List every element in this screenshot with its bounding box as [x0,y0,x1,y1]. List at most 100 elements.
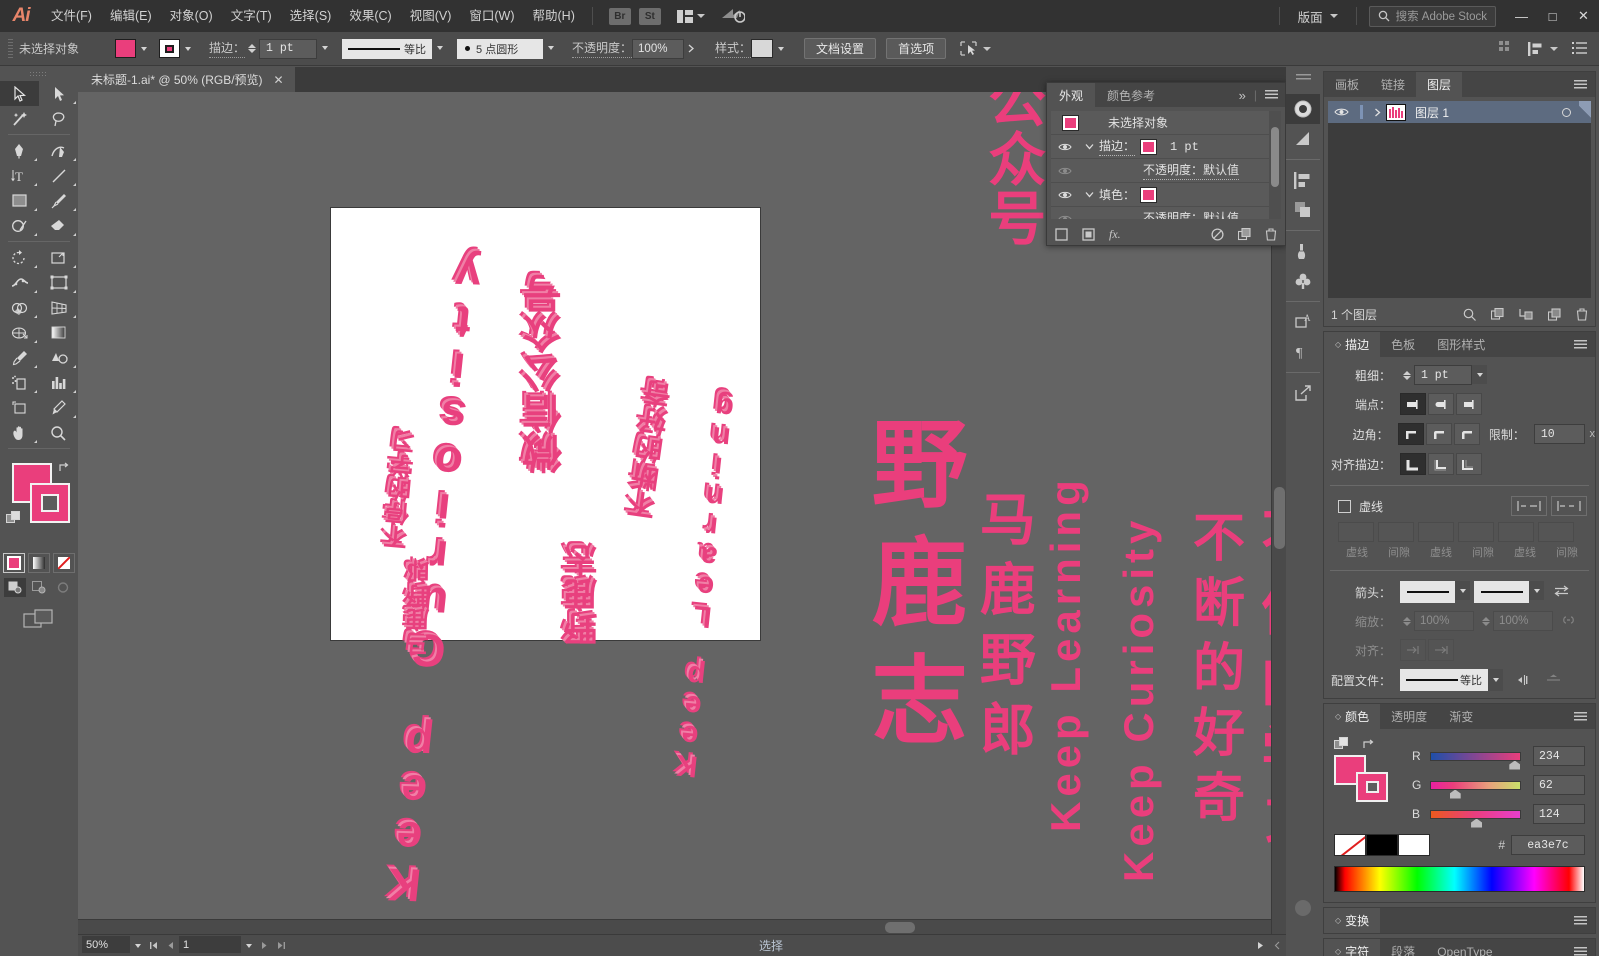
close-button[interactable]: ✕ [1568,0,1599,32]
arrowhead-end-combo[interactable] [1474,581,1544,603]
document-setup-button[interactable]: 文档设置 [804,38,877,59]
arrowhead-end-preview[interactable] [1474,581,1529,603]
draw-normal-button[interactable] [4,578,26,597]
graphic-style-swatch[interactable] [751,39,774,58]
document-tab[interactable]: 未标题-1.ai* @ 50% (RGB/预览) ✕ [78,67,295,92]
color-panel-menu[interactable] [1574,704,1595,729]
arrange-documents-button[interactable] [676,9,705,23]
brush-definition-combo[interactable]: 5 点圆形 [457,38,559,59]
tools-stroke-swatch[interactable] [30,483,70,523]
stock-button[interactable]: St [638,7,661,25]
stroke-panel-menu[interactable] [1574,332,1595,357]
dash-field-3[interactable] [1498,522,1534,542]
direct-selection-tool[interactable] [39,81,78,106]
slider-thumb[interactable] [1509,760,1521,770]
brush-dropdown[interactable] [543,38,559,58]
tab-color[interactable]: ◇ 颜色 [1324,704,1381,729]
gradient-tool[interactable] [39,320,78,345]
zoom-combo[interactable]: 50% [82,936,145,955]
maximize-button[interactable]: □ [1537,0,1568,32]
channel-value-r[interactable]: 234 [1533,746,1585,766]
shape-builder-tool[interactable] [0,295,39,320]
menu-object[interactable]: 对象(O) [161,0,222,32]
menu-select[interactable]: 选择(S) [281,0,341,32]
control-bar-grip[interactable] [8,38,13,59]
hex-value-field[interactable]: ea3e7c [1511,835,1585,855]
shaper-tool[interactable] [0,213,39,238]
stroke-weight-label[interactable]: 描边： [209,39,246,58]
tools-panel-grip[interactable] [0,67,78,81]
zoom-dropdown[interactable] [130,936,145,955]
channel-value-g[interactable]: 62 [1533,775,1585,795]
appearance-fill-label[interactable]: 填色： [1099,186,1135,203]
color-stroke-swatch[interactable] [1356,772,1388,802]
chevron-down-icon[interactable] [1079,191,1099,198]
pen-tool[interactable] [0,138,39,163]
channel-slider-r[interactable] [1430,751,1521,770]
rail-icon-appearance[interactable]: A [1286,307,1320,337]
tab-artboards[interactable]: 画板 [1324,72,1370,97]
miter-join-button[interactable] [1397,423,1424,445]
white-swatch[interactable] [1398,834,1430,856]
preferences-button[interactable]: 首选项 [886,38,947,59]
tab-gradient[interactable]: 渐变 [1438,704,1484,729]
appearance-panel[interactable]: 外观 颜色参考 » | 未选择对象 描边： 1 pt 不透明度：默认值 填色： … [1046,82,1286,246]
black-swatch[interactable] [1366,834,1398,856]
gradient-mode-button[interactable] [28,553,50,573]
tab-paragraph[interactable]: 段落 [1380,939,1426,956]
eyedropper-tool[interactable] [0,345,39,370]
layer-row[interactable]: 图层 1 [1328,101,1591,123]
tab-character[interactable]: ◇ 字符 [1324,939,1381,956]
stroke-dropdown-button[interactable] [180,39,195,58]
width-tool[interactable] [0,270,39,295]
brush-preview[interactable]: 5 点圆形 [457,38,544,59]
dashed-line-checkbox[interactable] [1338,499,1351,513]
stroke-weight-dropdown[interactable] [317,38,333,58]
overflow-icon[interactable]: » [1239,88,1246,103]
fill-color-control[interactable] [115,39,151,58]
swap-fill-stroke-icon[interactable] [58,461,72,477]
rail-grip[interactable] [1286,67,1320,89]
slice-tool[interactable] [39,395,78,420]
round-join-button[interactable] [1425,423,1452,445]
visibility-eye-off-icon[interactable] [1051,166,1079,176]
draw-inside-button[interactable] [52,578,74,597]
minimize-button[interactable]: — [1506,0,1537,32]
visibility-eye-off-icon[interactable] [1051,214,1079,219]
artboard-tool[interactable] [0,395,39,420]
align-inside-stroke-button[interactable] [1428,453,1454,475]
dashed-line-row[interactable]: 虚线 [1338,496,1595,516]
swap-arrowheads-icon[interactable] [1554,585,1569,600]
select-similar-control[interactable] [960,41,992,56]
style-label[interactable]: 样式： [715,39,752,58]
column-graph-tool[interactable] [39,370,78,395]
search-adobe-stock[interactable]: 搜索 Adobe Stock [1368,5,1496,27]
appearance-scrollbar[interactable] [1269,111,1281,219]
stroke-profile-combo[interactable]: 等比 [1400,669,1503,691]
previous-artboard-button[interactable] [162,937,179,954]
color-spectrum-bar[interactable] [1334,866,1585,892]
stroke-profile-preview[interactable]: 等比 [342,38,433,59]
menu-view[interactable]: 视图(V) [401,0,461,32]
menu-edit[interactable]: 编辑(E) [101,0,161,32]
cloud-sync-icon[interactable] [721,6,746,26]
status-menu-button[interactable] [1252,937,1269,954]
bridge-button[interactable]: Br [608,7,631,25]
rail-icon-asset-export[interactable] [1286,378,1320,408]
dash-adjust-to-corners-button[interactable] [1551,496,1587,516]
appearance-row-fill-opacity[interactable]: 不透明度：默认值 [1051,207,1281,219]
channel-value-b[interactable]: 124 [1533,804,1585,824]
scrollbar-thumb[interactable] [1274,487,1285,549]
rail-icon-color-guide[interactable] [1286,94,1320,124]
fill-dropdown-button[interactable] [136,39,151,58]
rail-icon-gradient[interactable] [1286,124,1320,154]
tab-appearance[interactable]: 外观 [1047,83,1096,107]
stroke-weight-value[interactable]: 1 pt [1414,365,1472,385]
none-mode-button[interactable] [53,553,75,573]
scrollbar-thumb[interactable] [1271,127,1279,187]
visibility-eye-icon[interactable] [1051,142,1079,152]
menu-help[interactable]: 帮助(H) [524,0,584,32]
tab-swatches[interactable]: 色板 [1380,332,1426,357]
opacity-more-button[interactable] [684,38,700,58]
hex-input-group[interactable]: # ea3e7c [1498,834,1585,856]
